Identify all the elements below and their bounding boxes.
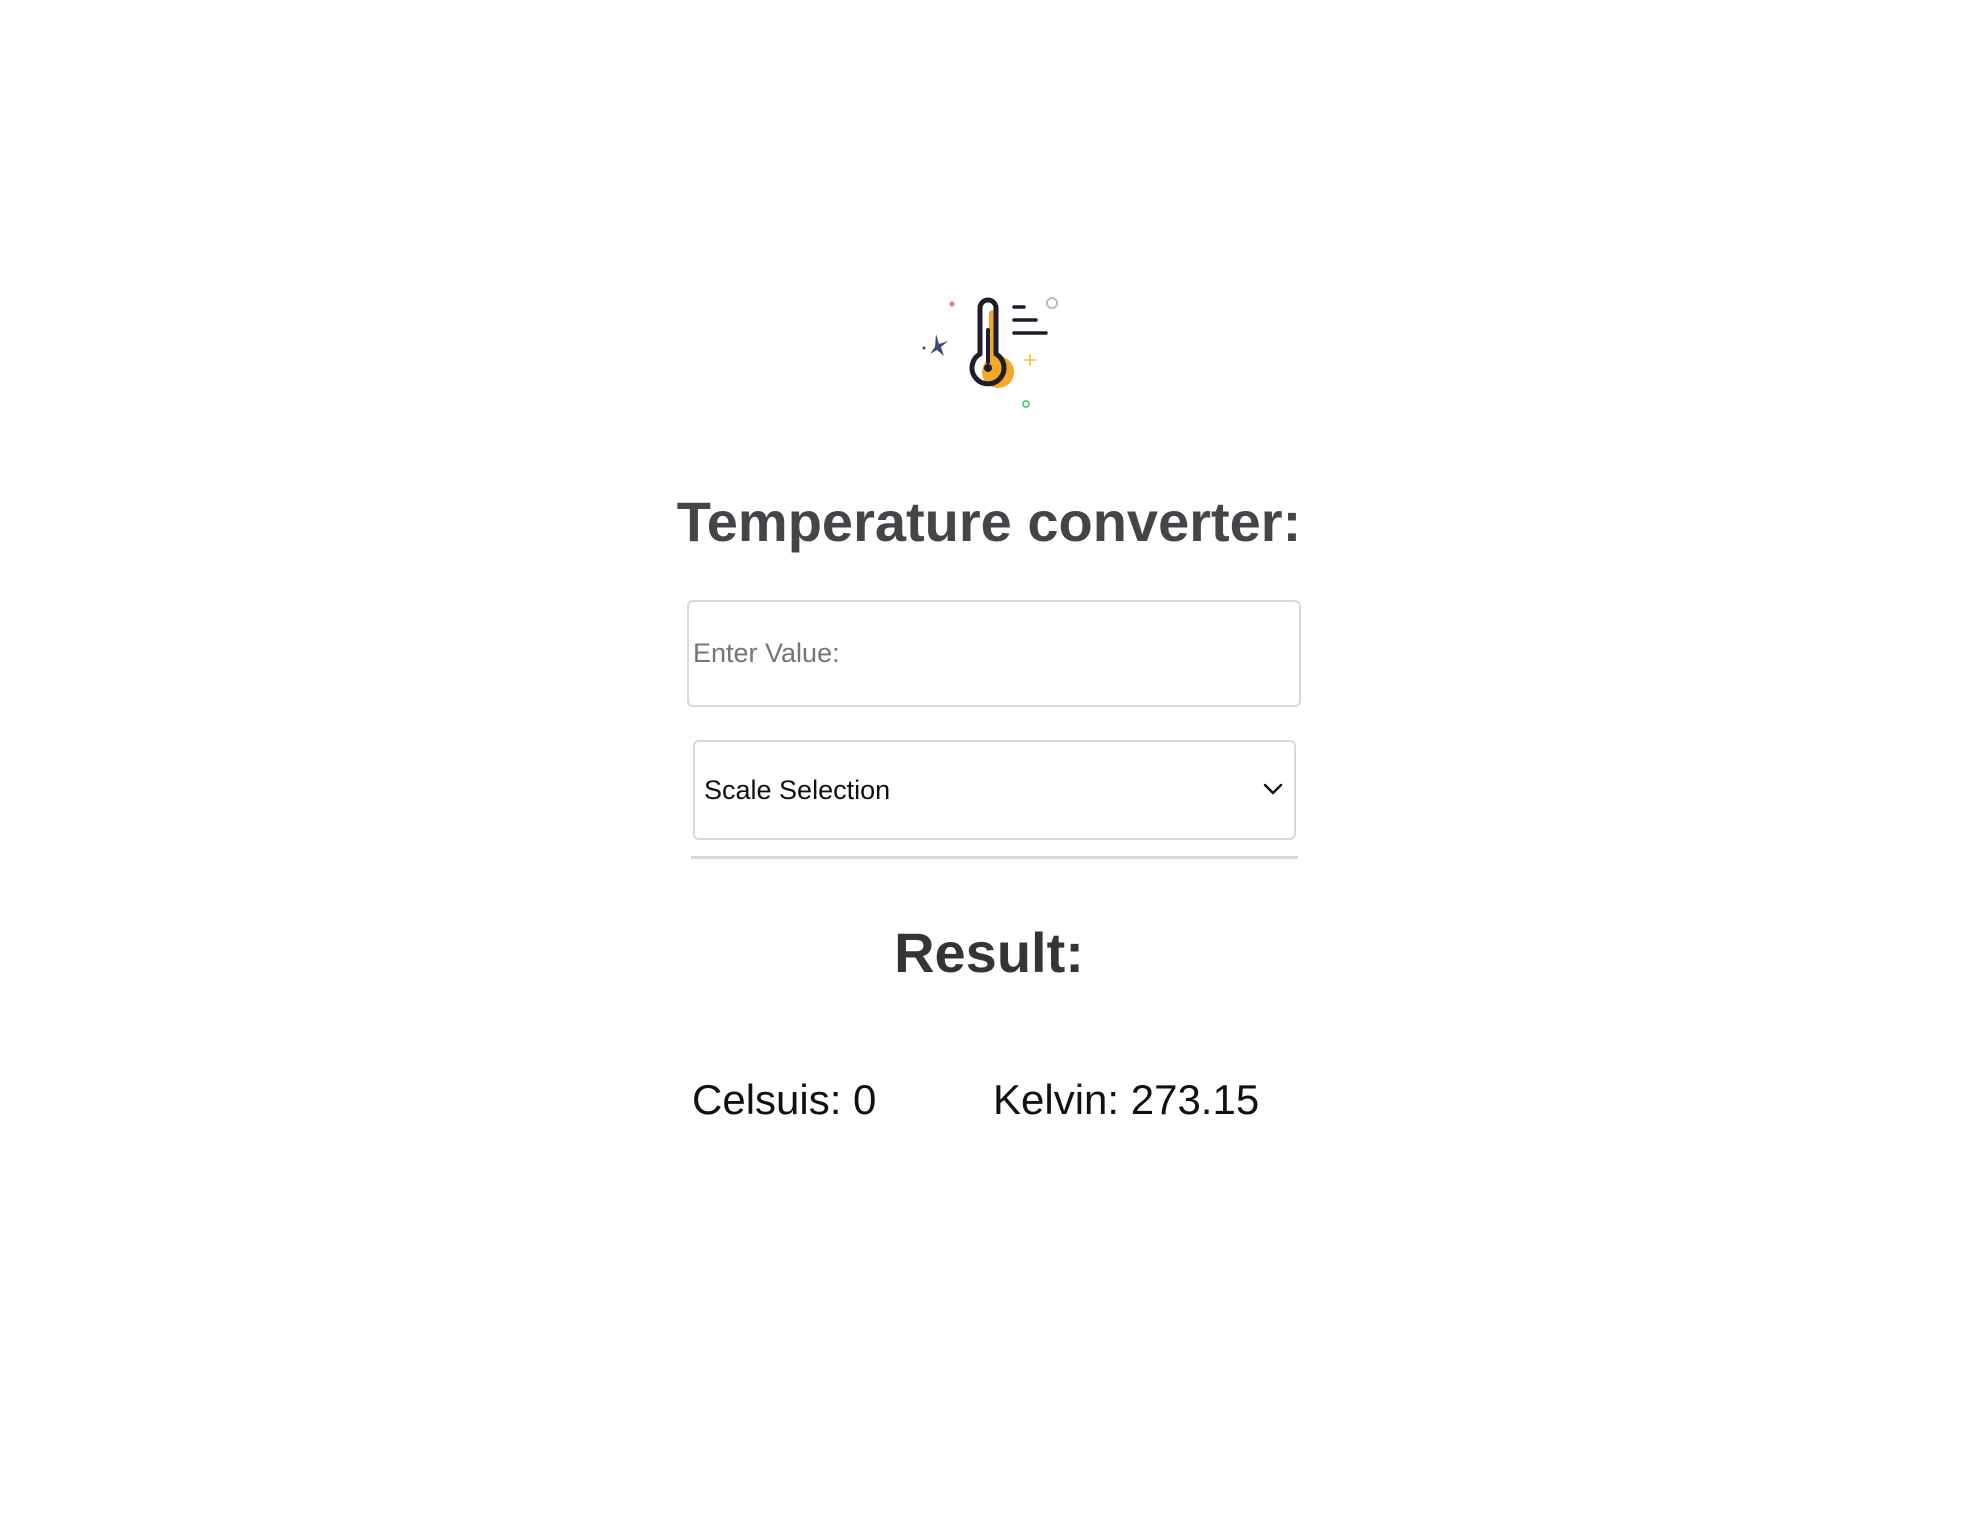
thermometer-icon	[916, 290, 1066, 420]
celsius-result: Celsuis: 0	[692, 1076, 877, 1123]
page-title: Temperature converter:	[676, 490, 1302, 553]
chevron-down-icon	[1262, 778, 1284, 800]
scale-select[interactable]: Scale Selection	[693, 740, 1296, 840]
value-input[interactable]	[687, 600, 1301, 707]
result-title: Result:	[894, 921, 1084, 984]
divider	[691, 856, 1298, 859]
scale-select-label: Scale Selection	[704, 775, 891, 805]
kelvin-result: Kelvin: 273.15	[993, 1076, 1260, 1123]
